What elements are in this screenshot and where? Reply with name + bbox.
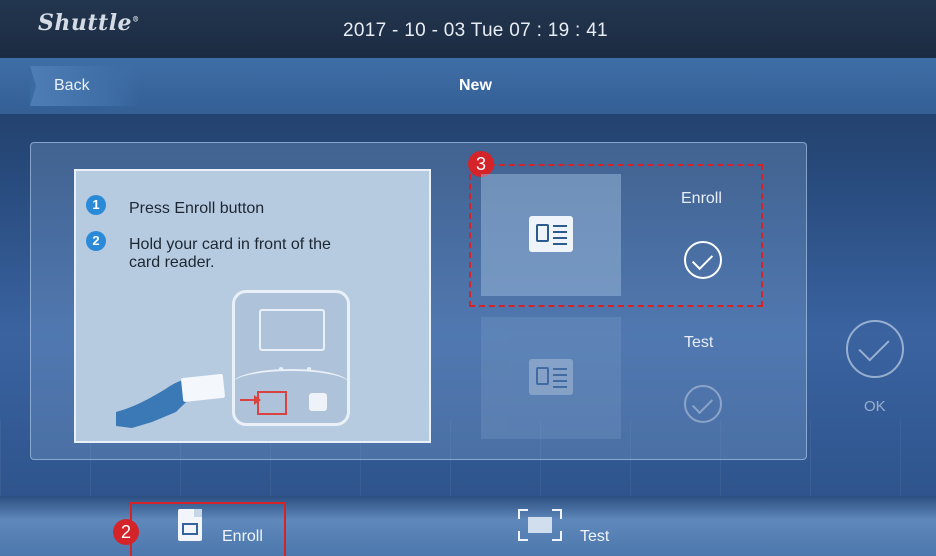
back-label: Back <box>54 77 90 94</box>
status-bar: Shuttle® 2017 - 10 - 03 Tue 07 : 19 : 41 <box>0 0 936 58</box>
step-2-badge: 2 <box>86 231 106 251</box>
test-option-label: Test <box>684 334 714 351</box>
shuttle-logo: Shuttle® <box>38 10 140 36</box>
step-2-text-line2: card reader. <box>129 254 215 271</box>
reader-button <box>309 393 327 411</box>
step-2-text-line1: Hold your card in front of the <box>129 236 331 253</box>
test-option-tile[interactable] <box>481 317 621 439</box>
ok-button[interactable] <box>846 320 904 378</box>
ok-label: OK <box>864 398 886 415</box>
hand-icon <box>116 373 261 428</box>
back-button[interactable]: Back <box>30 66 140 106</box>
test-check-icon[interactable] <box>684 385 722 423</box>
annotation-badge-2: 2 <box>113 519 139 545</box>
step-1-text: Press Enroll button <box>129 200 265 217</box>
card-icon <box>529 216 573 252</box>
enroll-check-icon[interactable] <box>684 241 722 279</box>
document-icon <box>178 509 202 541</box>
page-title: New <box>459 77 492 94</box>
tab-enroll-label[interactable]: Enroll <box>222 528 263 546</box>
enroll-option-label: Enroll <box>681 190 722 207</box>
scan-icon[interactable] <box>518 509 562 541</box>
card-icon <box>529 359 573 395</box>
step-1-badge: 1 <box>86 195 106 215</box>
tab-test-label[interactable]: Test <box>580 528 609 546</box>
enroll-option-tile[interactable] <box>481 174 621 296</box>
datetime: 2017 - 10 - 03 Tue 07 : 19 : 41 <box>343 20 608 41</box>
reader-screen <box>259 309 325 351</box>
